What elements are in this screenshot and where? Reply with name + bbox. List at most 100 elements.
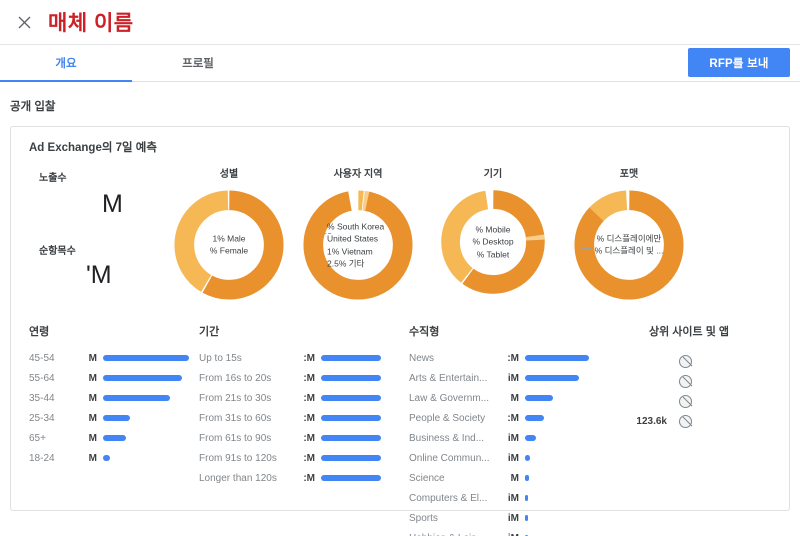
bar-track <box>103 355 189 361</box>
bar-track <box>525 395 589 401</box>
bargroup-vertical-title: 수직형 <box>409 326 440 338</box>
donut-device-line-0: % Mobile <box>475 224 511 235</box>
tab-profile[interactable]: 프로필 <box>132 45 264 81</box>
top-sites-and-apps: 상위 사이트 및 앱 123.6k <box>609 323 769 433</box>
bar-fill <box>525 415 545 421</box>
bar-fill <box>103 375 183 381</box>
bar-row-duration-6: Longer than 120s :M <box>199 471 381 485</box>
donut-format: 포맷 % 디스플레이에만 % 디스플레이 및 ... <box>559 165 699 304</box>
donut-format-leader-line <box>582 248 592 249</box>
bar-row-vertical-0: News :M <box>409 351 589 365</box>
metric-impressions: 노출수 M <box>39 169 123 219</box>
donut-user-region-line-0: % South Korea <box>327 221 385 232</box>
broken-image-icon <box>679 395 692 408</box>
donut-user-region-line-2: 1% Vietnam <box>327 246 373 256</box>
tab-overview[interactable]: 개요 <box>0 45 132 82</box>
bar-track <box>103 395 189 401</box>
bar-label: Science <box>409 472 445 484</box>
bar-fill <box>525 395 553 401</box>
donut-gender-chart: 1% Male % Female <box>170 186 288 304</box>
donut-gender: 성별 1% Male % Female <box>159 165 299 304</box>
bar-row-duration-1: From 16s to 20s :M <box>199 371 381 385</box>
bar-track <box>321 375 381 381</box>
bar-row-age-1: 55-64 M <box>29 371 189 385</box>
bar-track <box>525 355 589 361</box>
bar-label: Up to 15s <box>199 352 242 364</box>
forecast-card: Ad Exchange의 7일 예측 노출수 M 순항목수 'M 성별 1% M… <box>10 126 790 536</box>
bar-label: 18-24 <box>29 452 55 464</box>
metric-unique-reach-value: 'M <box>86 261 112 289</box>
bar-value: M <box>510 472 519 484</box>
bar-fill <box>525 515 529 521</box>
bar-label: Law & Governm... <box>409 392 490 404</box>
site-row-3: 123.6k <box>609 413 769 430</box>
donut-user-region-leader-line <box>309 233 331 234</box>
bar-row-vertical-3: People & Society :M <box>409 411 589 425</box>
bar-value: iM <box>507 372 519 384</box>
bar-row-duration-0: Up to 15s :M <box>199 351 381 365</box>
bargroup-age: 연령 45-54 M 55-64 M 35-44 M 25-34 M 65+ M… <box>29 323 189 471</box>
bar-row-age-3: 25-34 M <box>29 411 189 425</box>
bar-label: 35-44 <box>29 392 55 404</box>
tab-bar: 개요 프로필 RFP를 보내 <box>0 44 800 82</box>
bar-value: M <box>88 372 97 384</box>
send-rfp-button[interactable]: RFP를 보내 <box>688 48 790 77</box>
bar-value: M <box>88 412 97 424</box>
bar-fill <box>321 475 381 481</box>
donut-format-line-1: % 디스플레이 및 ... <box>594 246 664 256</box>
bar-track <box>321 475 381 481</box>
bar-value: M <box>88 452 97 464</box>
bar-value: iM <box>507 452 519 464</box>
bar-label: 55-64 <box>29 372 55 384</box>
bar-value: :M <box>303 412 315 424</box>
bar-track <box>525 515 589 521</box>
donut-format-title: 포맷 <box>619 169 639 180</box>
bar-track <box>103 435 189 441</box>
bar-track <box>103 375 189 381</box>
bar-label: From 21s to 30s <box>199 392 272 404</box>
bar-label: From 31s to 60s <box>199 412 272 424</box>
bar-row-vertical-6: Science M <box>409 471 589 485</box>
bar-track <box>321 395 381 401</box>
bargroup-duration: 기간 Up to 15s :M From 16s to 20s :M From … <box>199 323 381 491</box>
donut-user-region-line-3: 2.5% 기타 <box>327 258 365 269</box>
bar-fill <box>525 455 531 461</box>
bar-row-age-0: 45-54 M <box>29 351 189 365</box>
bar-fill <box>321 355 381 361</box>
donut-device-line-2: % Tablet <box>476 249 510 260</box>
bar-value: M <box>88 352 97 364</box>
bar-value: iM <box>499 533 519 536</box>
bar-track <box>103 415 189 421</box>
bar-row-age-5: 18-24 M <box>29 451 189 465</box>
donut-device-chart: % Mobile % Desktop % Tablet <box>437 186 549 298</box>
bar-fill <box>525 475 529 481</box>
bar-fill <box>525 355 589 361</box>
bar-label: Business & Ind... <box>409 432 485 444</box>
donut-gender-title: 성별 <box>219 169 239 180</box>
site-row-0 <box>609 353 769 370</box>
bargroup-age-title: 연령 <box>29 326 50 338</box>
donut-user-region: 사용자 지역 % South Korea United States 1% Vi… <box>294 165 422 304</box>
bar-value: M <box>88 432 97 444</box>
donut-format-chart: % 디스플레이에만 % 디스플레이 및 ... <box>570 186 688 304</box>
bar-track <box>525 415 589 421</box>
bar-row-age-4: 65+ M <box>29 431 189 445</box>
bar-value: M <box>510 392 519 404</box>
close-icon[interactable] <box>12 10 36 34</box>
donut-gender-line-1: % Female <box>209 246 249 256</box>
bar-fill <box>525 495 529 501</box>
bar-label: 25-34 <box>29 412 55 424</box>
bar-value: :M <box>303 392 315 404</box>
donut-device-center-label: % Mobile % Desktop % Tablet <box>472 224 513 261</box>
bar-track <box>525 435 589 441</box>
bar-row-duration-3: From 31s to 60s :M <box>199 411 381 425</box>
donut-device-title: 기기 <box>483 169 503 180</box>
bar-label: People & Society <box>409 412 486 424</box>
bar-fill <box>103 435 127 441</box>
bar-fill <box>103 415 130 421</box>
top-sites-title: 상위 사이트 및 앱 <box>648 326 729 338</box>
bar-fill <box>321 415 381 421</box>
bar-label: 65+ <box>29 432 46 444</box>
bar-row-duration-5: From 91s to 120s :M <box>199 451 381 465</box>
bar-fill <box>103 455 110 461</box>
